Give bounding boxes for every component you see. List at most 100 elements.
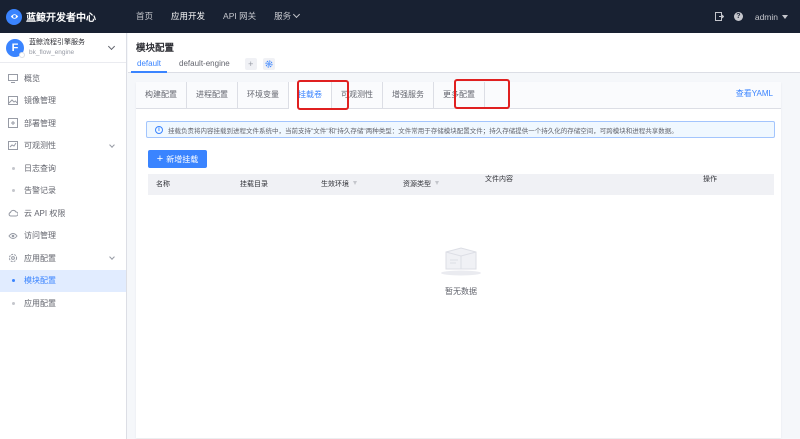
chevron-down-icon (109, 141, 115, 148)
sidebar-item-observability[interactable]: 可观测性 (0, 135, 126, 158)
tab-enhanced-services[interactable]: 增强服务 (383, 82, 434, 108)
app-logo: F (6, 38, 25, 58)
col-actions: 操作 (703, 176, 717, 183)
module-settings-button[interactable] (262, 57, 275, 70)
sidebar-menu: 概览 镜像管理 部署管理 可观测性 日志查询 告警记录 云 API 权限 访问管… (0, 63, 126, 315)
gear-icon (265, 60, 273, 67)
empty-box-icon (438, 242, 484, 276)
sidebar-item-label: 访问管理 (24, 231, 56, 241)
notice-text: 挂载负责将内容挂载到进程文件系统中，当前支持"文件"和"持久存储"两种类型：文件… (168, 127, 678, 135)
table-header: 名称 挂载目录 生效环境 资源类型 文件内容 操作 (148, 174, 774, 195)
sidebar-item-deploy[interactable]: 部署管理 (0, 112, 126, 135)
nav-api-gateway[interactable]: API 网关 (214, 0, 265, 33)
module-tab-default[interactable]: default (128, 54, 170, 73)
cloud-icon (8, 208, 18, 218)
tab-env-vars[interactable]: 环境变量 (238, 82, 289, 108)
app-logo-badge (19, 51, 25, 58)
help-circle: ? (733, 12, 743, 21)
col-file-content: 文件内容 (485, 176, 513, 183)
nav-home[interactable]: 首页 (127, 0, 162, 33)
sidebar-item-label: 概览 (24, 73, 40, 83)
image-icon (8, 96, 18, 106)
sidebar-item-alarm-records[interactable]: 告警记录 (0, 180, 126, 203)
bullet-icon (12, 189, 15, 193)
app-code: bk_flow_engine (29, 49, 75, 56)
add-mount-label: 新增挂载 (166, 154, 199, 164)
add-module-button[interactable]: + (244, 57, 257, 70)
app-name: 蓝鲸流程引擎服务 (29, 39, 85, 46)
top-navbar: 蓝鲸开发者中心 首页 应用开发 API 网关 服务 ? admin (0, 0, 800, 33)
username: admin (754, 11, 778, 22)
chart-icon (8, 141, 18, 151)
add-mount-button[interactable]: + 新增挂载 (148, 150, 207, 168)
nav-app-dev[interactable]: 应用开发 (162, 0, 214, 33)
sidebar-item-label: 可观测性 (24, 141, 56, 151)
sidebar-item-label: 部署管理 (24, 118, 56, 128)
sidebar: F 蓝鲸流程引擎服务 bk_flow_engine 概览 镜像管理 部署管理 可… (0, 33, 127, 439)
brand[interactable]: 蓝鲸开发者中心 (0, 8, 127, 25)
bullet-icon (12, 301, 15, 305)
chevron-down-icon (293, 10, 301, 19)
sidebar-item-label: 日志查询 (24, 163, 56, 173)
sidebar-item-label: 应用配置 (24, 298, 56, 308)
app-info: 蓝鲸流程引擎服务 bk_flow_engine (29, 38, 85, 57)
module-tab-default-engine[interactable]: default-engine (170, 54, 239, 73)
info-notice: i 挂载负责将内容挂载到进程文件系统中，当前支持"文件"和"持久存储"两种类型：… (146, 121, 775, 138)
col-name: 名称 (156, 181, 170, 188)
empty-text: 暂无数据 (445, 287, 477, 296)
user-menu[interactable]: admin (755, 12, 788, 22)
sidebar-item-label: 模块配置 (24, 276, 56, 286)
col-env[interactable]: 生效环境 (321, 174, 357, 195)
app-switcher[interactable]: F 蓝鲸流程引擎服务 bk_flow_engine (0, 33, 126, 63)
view-yaml-link[interactable]: 查看YAML (736, 88, 773, 99)
mounts-table: 名称 挂载目录 生效环境 资源类型 文件内容 操作 暂无数据 (148, 174, 774, 296)
tab-observability[interactable]: 可观测性 (332, 82, 383, 108)
col-resource-type[interactable]: 资源类型 (403, 174, 439, 195)
app-logo-letter: F (11, 41, 19, 54)
sidebar-item-app-config[interactable]: 应用配置 (0, 247, 126, 270)
bluking-logo-icon (6, 8, 22, 25)
filter-icon[interactable] (435, 181, 439, 185)
sidebar-item-label: 告警记录 (24, 186, 56, 196)
tab-more-config[interactable]: 更多配置 (434, 82, 485, 108)
caret-down-icon (782, 14, 788, 19)
tab-process-config[interactable]: 进程配置 (187, 82, 238, 108)
sidebar-item-label: 应用配置 (24, 253, 56, 263)
logout-icon[interactable] (714, 12, 724, 21)
tab-build-config[interactable]: 构建配置 (136, 82, 187, 108)
plus-icon: + (156, 152, 164, 165)
chevron-down-icon (109, 254, 115, 260)
sidebar-item-app-config-sub[interactable]: 应用配置 (0, 292, 126, 315)
tab-mounts[interactable]: 挂载卷 (289, 82, 332, 109)
top-nav: 首页 应用开发 API 网关 服务 (127, 0, 308, 33)
col-env-label: 生效环境 (321, 181, 349, 188)
bullet-icon (12, 166, 15, 170)
sidebar-item-cloud-api[interactable]: 云 API 权限 (0, 202, 126, 225)
sidebar-item-label: 镜像管理 (24, 96, 56, 106)
link-icon (8, 231, 18, 241)
sidebar-item-access[interactable]: 访问管理 (0, 225, 126, 248)
gear-icon (8, 253, 18, 263)
col-mount-path: 挂载目录 (240, 181, 268, 188)
sidebar-item-label: 云 API 权限 (24, 208, 66, 218)
help-icon[interactable]: ? (733, 12, 743, 21)
sidebar-item-overview[interactable]: 概览 (0, 67, 126, 90)
empty-state: 暂无数据 (148, 242, 774, 297)
nav-services[interactable]: 服务 (265, 0, 308, 33)
page-header: 模块配置 default default-engine + (128, 33, 800, 73)
col-resource-type-label: 资源类型 (403, 181, 431, 188)
brand-title: 蓝鲸开发者中心 (26, 13, 96, 24)
sidebar-item-image[interactable]: 镜像管理 (0, 90, 126, 113)
bullet-icon (12, 279, 15, 283)
sidebar-item-log-query[interactable]: 日志查询 (0, 157, 126, 180)
module-tabs: default default-engine + (128, 54, 275, 73)
nav-services-label: 服务 (274, 11, 292, 21)
top-right-tools: ? admin (705, 0, 788, 33)
config-tabs: 构建配置 进程配置 环境变量 挂载卷 可观测性 增强服务 更多配置 查看YAML (136, 82, 781, 109)
chevron-down-icon (107, 42, 116, 51)
page-title: 模块配置 (136, 43, 175, 54)
sidebar-item-module-config[interactable]: 模块配置 (0, 269, 126, 292)
deploy-icon (8, 118, 18, 129)
filter-icon[interactable] (353, 181, 357, 185)
info-icon: i (155, 125, 163, 134)
